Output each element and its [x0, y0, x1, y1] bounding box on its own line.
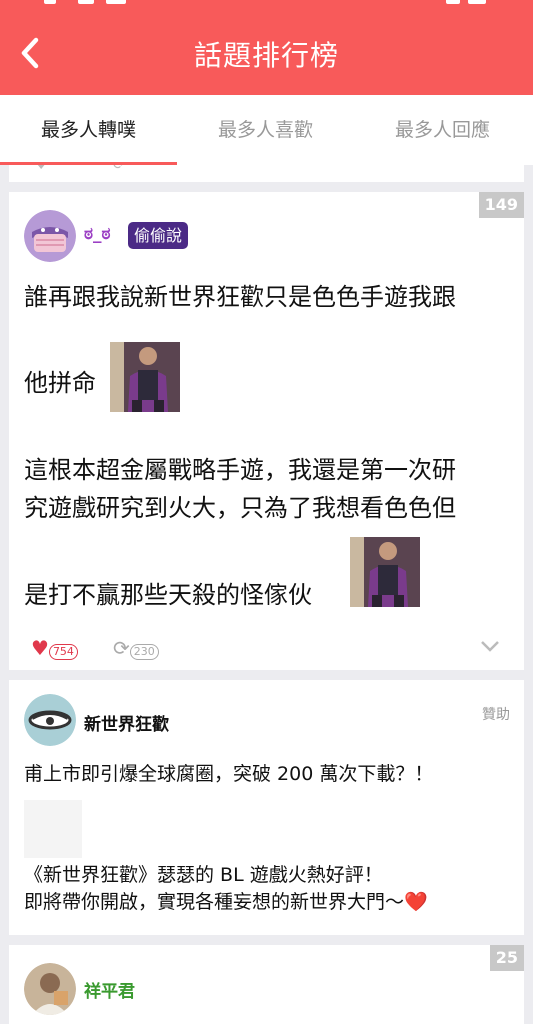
app-header: 話題排行榜: [0, 14, 533, 95]
like-button[interactable]: ♥ 754: [31, 636, 78, 660]
post-card[interactable]: 25 祥平君: [9, 945, 524, 1024]
sponsored-post-card[interactable]: 贊助 新世界狂歡 甫上市即引爆全球腐圈，突破 200 萬次下載？！ 《新世界狂歡…: [9, 680, 524, 935]
post-text-line: 究遊戲研究到火大，只為了我想看色色但: [24, 494, 456, 522]
status-icon: [106, 0, 126, 4]
post-text-line: 誰再跟我說新世界狂歡只是色色手遊我跟: [24, 283, 456, 311]
tab-most-responded[interactable]: 最多人回應: [354, 95, 531, 165]
username[interactable]: 祥平君: [84, 977, 135, 1002]
rank-badge: 25: [489, 945, 524, 971]
heart-icon: ♥: [31, 636, 49, 660]
post-text-line: 是打不贏那些天殺的怪傢伙: [24, 581, 312, 609]
ad-text-line: 甫上市即引爆全球腐圈，突破 200 萬次下載？！: [24, 763, 434, 785]
post-text-line: 他拼命: [24, 369, 96, 397]
tab-bar: 最多人轉噗 最多人喜歡 最多人回應: [0, 95, 533, 165]
tab-most-replurked[interactable]: 最多人轉噗: [0, 95, 177, 165]
avatar[interactable]: [24, 694, 76, 746]
username[interactable]: ಠ_ಠ: [84, 224, 111, 244]
heart-icon: ♥: [35, 165, 48, 173]
tab-most-liked[interactable]: 最多人喜歡: [177, 95, 354, 165]
sponsored-label: 贊助: [482, 707, 510, 723]
post-card[interactable]: 149 ಠ_ಠ 偷偷說 誰再跟我說新世界狂歡只是色色手遊我跟 他拼命 這根本超金…: [9, 192, 524, 670]
ad-text-line: 《新世界狂歡》瑟瑟的 BL 遊戲火熱好評！: [24, 864, 383, 886]
ad-text-line: 即將帶你開啟，實現各種妄想的新世界大門～❤️: [24, 891, 428, 913]
replurk-icon: ⟳: [113, 165, 125, 173]
status-icon: [468, 0, 486, 4]
sticker-image[interactable]: [350, 537, 420, 607]
status-icon: [78, 0, 94, 4]
previous-post-fragment: ♥ ⟳: [9, 165, 524, 182]
avatar[interactable]: [24, 963, 76, 1015]
rank-badge: 149: [478, 192, 524, 218]
username[interactable]: 新世界狂歡: [84, 710, 169, 735]
page-title: 話題排行榜: [193, 39, 339, 72]
status-bar: [0, 0, 533, 14]
replurk-icon: ⟳: [113, 636, 130, 660]
status-icon: [446, 0, 460, 4]
sticker-image[interactable]: [110, 342, 180, 412]
like-count: 754: [48, 643, 78, 660]
post-text-line: 這根本超金屬戰略手遊，我還是第一次研: [24, 456, 456, 484]
anonymous-badge: 偷偷說: [128, 222, 189, 249]
ad-image[interactable]: [24, 800, 82, 858]
replurk-count: 230: [129, 643, 159, 660]
replurk-button[interactable]: ⟳ 230: [113, 636, 159, 660]
avatar[interactable]: [24, 210, 76, 262]
chevron-down-icon[interactable]: [480, 636, 500, 656]
status-icon: [44, 0, 56, 4]
